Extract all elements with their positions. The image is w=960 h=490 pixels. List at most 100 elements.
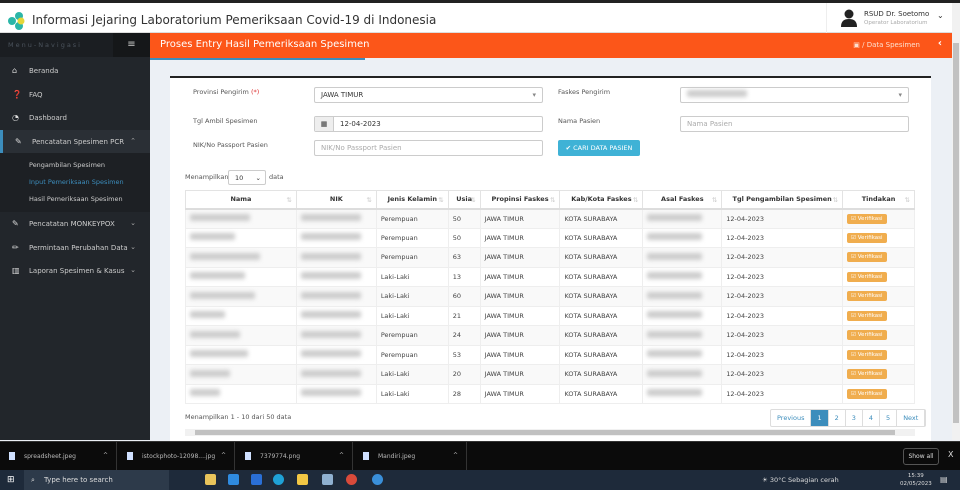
kabkota-cell: KOTA SURABAYA — [559, 286, 644, 307]
telegram-icon[interactable] — [372, 474, 383, 485]
page-button[interactable]: 1 — [811, 410, 829, 426]
sidebar-item-dashboard[interactable]: ◔ Dashboard — [0, 106, 150, 130]
provinsi-select[interactable]: JAWA TIMUR ▾ — [314, 87, 543, 103]
tgl-cell: 12-04-2023 — [721, 364, 844, 385]
nik-label: NIK/No Passport Pasien — [193, 141, 268, 149]
nama-cell — [185, 227, 297, 248]
sidebar-item-laporan[interactable]: ▥ Laporan Spesimen & Kasus ⌄ — [0, 259, 150, 283]
submenu-hasil-pemeriksaan[interactable]: Hasil Pemeriksaan Spesimen — [0, 191, 150, 208]
sidebar-item-label: Pencatatan Spesimen PCR — [32, 137, 125, 146]
column-header[interactable]: Tgl Pengambilan Spesimen ⇅ — [721, 190, 844, 210]
verifikasi-button[interactable]: ☑ Verifikasi — [847, 388, 887, 399]
clock[interactable]: 15:39 02/05/2023 — [900, 472, 932, 488]
usia-cell: 13 — [447, 266, 481, 287]
eyedropper-icon: ✎ — [12, 219, 19, 228]
bar-chart-icon: ▥ — [12, 266, 20, 275]
nama-input[interactable]: Nama Pasien — [680, 116, 909, 132]
propinsi-cell: JAWA TIMUR — [479, 266, 561, 287]
page-button[interactable]: 2 — [829, 410, 846, 426]
verifikasi-button[interactable]: ☑ Verifikasi — [847, 291, 887, 302]
download-item[interactable]: Mandiri.jpeg ^ — [354, 442, 467, 471]
download-item[interactable]: 7379774.png ^ — [236, 442, 353, 471]
question-icon: ❓ — [12, 89, 22, 99]
sidebar-item-label: Laporan Spesimen & Kasus — [29, 267, 125, 275]
column-header[interactable]: Kab/Kota Faskes ⇅ — [559, 190, 644, 210]
sidebar-item-monkeypox[interactable]: ✎ Pencatatan MONKEYPOX ⌄ — [0, 212, 150, 236]
sidebar-item-beranda[interactable]: ⌂ Beranda — [0, 59, 150, 83]
windows-start-icon[interactable]: ⊞ — [7, 475, 15, 485]
nama-cell — [185, 344, 297, 365]
user-avatar-icon — [841, 9, 857, 27]
sidebar-item-pencatatan-pcr[interactable]: ✎ Pencatatan Spesimen PCR ⌃ — [0, 129, 150, 153]
propinsi-cell: JAWA TIMUR — [479, 364, 561, 385]
word-icon[interactable] — [251, 474, 262, 485]
column-header[interactable]: Nama ⇅ — [185, 190, 297, 210]
verifikasi-button[interactable]: ☑ Verifikasi — [847, 330, 887, 341]
notification-icon[interactable]: ▤ — [940, 475, 948, 484]
chevron-up-icon: ⌃ — [130, 136, 136, 145]
store-icon[interactable] — [205, 474, 216, 485]
column-header[interactable]: Usia ⇅ — [447, 190, 481, 210]
column-header[interactable]: Jenis Kelamin ⇅ — [375, 190, 449, 210]
nama-cell — [185, 383, 297, 404]
column-header[interactable]: Tindakan ⇅ — [842, 190, 915, 210]
asal-faskes-cell — [642, 247, 723, 268]
page-button[interactable]: 3 — [846, 410, 863, 426]
show-all-button[interactable]: Show all — [903, 448, 939, 465]
verifikasi-button[interactable]: ☑ Verifikasi — [847, 349, 887, 360]
column-header[interactable]: Asal Faskes ⇅ — [642, 190, 723, 210]
sidebar: Menu-Navigasi ≡ ⌂ Beranda ❓ FAQ ◔ Dashboard … — [0, 33, 150, 440]
page-length-select[interactable]: 10 ⌄ — [228, 170, 266, 185]
sidebar-item-permintaan-perubahan[interactable]: ✏ Permintaan Perubahan Data ⌄ — [0, 236, 150, 260]
verifikasi-button[interactable]: ☑ Verifikasi — [847, 252, 887, 263]
propinsi-cell: JAWA TIMUR — [479, 383, 561, 404]
weather-widget[interactable]: ☀ 30°C Sebagian cerah — [762, 476, 839, 484]
page-button[interactable]: 4 — [863, 410, 881, 426]
nama-cell — [185, 325, 297, 346]
calendar-icon: ▦ — [315, 117, 334, 131]
close-download-bar-button[interactable]: X — [948, 450, 953, 459]
sidebar-item-faq[interactable]: ❓ FAQ — [0, 83, 150, 107]
column-header[interactable]: Propinsi Faskes ⇅ — [479, 190, 561, 210]
taskbar-search[interactable]: ⌕ Type here to search — [24, 470, 169, 490]
chrome-icon[interactable] — [346, 474, 357, 485]
page-button[interactable]: Previous — [771, 410, 812, 426]
submenu-input-pemeriksaan[interactable]: Input Pemeriksaan Spesimen — [0, 174, 150, 191]
edge-icon[interactable] — [273, 474, 284, 485]
tgl-cell: 12-04-2023 — [721, 208, 844, 229]
user-menu[interactable]: RSUD Dr. Soetomo Operator Laboratorium ⌄ — [826, 3, 952, 33]
propinsi-cell: JAWA TIMUR — [479, 344, 561, 365]
faskes-select[interactable]: ▾ — [680, 87, 909, 103]
download-item[interactable]: spreadsheet.jpeg ^ — [0, 442, 117, 471]
verifikasi-button[interactable]: ☑ Verifikasi — [847, 232, 887, 243]
breadcrumb[interactable]: ▣ / Data Spesimen — [853, 41, 920, 49]
column-header[interactable]: NIK ⇅ — [295, 190, 377, 210]
page-header: Proses Entry Hasil Pemeriksaan Spesimen … — [150, 33, 952, 58]
file-explorer-icon[interactable] — [297, 474, 308, 485]
verifikasi-button[interactable]: ☑ Verifikasi — [847, 310, 887, 321]
verifikasi-button[interactable]: ☑ Verifikasi — [847, 213, 887, 224]
eyedropper-icon: ✎ — [15, 136, 22, 146]
mail-icon[interactable] — [228, 474, 239, 485]
nik-cell — [295, 286, 377, 307]
tgl-input[interactable]: ▦ 12-04-2023 — [314, 116, 543, 132]
page-scrollbar[interactable] — [952, 3, 960, 440]
nik-input[interactable]: NIK/No Passport Pasien — [314, 140, 543, 156]
table-horizontal-scrollbar[interactable] — [185, 429, 915, 436]
cari-data-pasien-button[interactable]: ✔ CARI DATA PASIEN — [558, 140, 640, 156]
kabkota-cell: KOTA SURABAYA — [559, 227, 644, 248]
download-item[interactable]: istockphoto-12098....jpg ^ — [118, 442, 235, 471]
submenu-pengambilan-spesimen[interactable]: Pengambilan Spesimen — [0, 157, 150, 174]
sort-icon: ⇅ — [632, 196, 639, 204]
verifikasi-button[interactable]: ☑ Verifikasi — [847, 271, 887, 282]
calculator-icon[interactable] — [322, 474, 333, 485]
caret-up-icon: ^ — [102, 452, 108, 459]
faskes-label: Faskes Pengirim — [558, 88, 611, 96]
verifikasi-button[interactable]: ☑ Verifikasi — [847, 369, 887, 380]
page-button[interactable]: 5 — [880, 410, 898, 426]
page-button[interactable]: Next — [897, 410, 926, 426]
menu-toggle-button[interactable]: ≡ — [113, 33, 150, 57]
nama-cell — [185, 364, 297, 385]
chevron-left-icon[interactable]: ‹ — [938, 38, 942, 49]
jenis-kelamin-cell: Perempuan — [375, 344, 449, 365]
